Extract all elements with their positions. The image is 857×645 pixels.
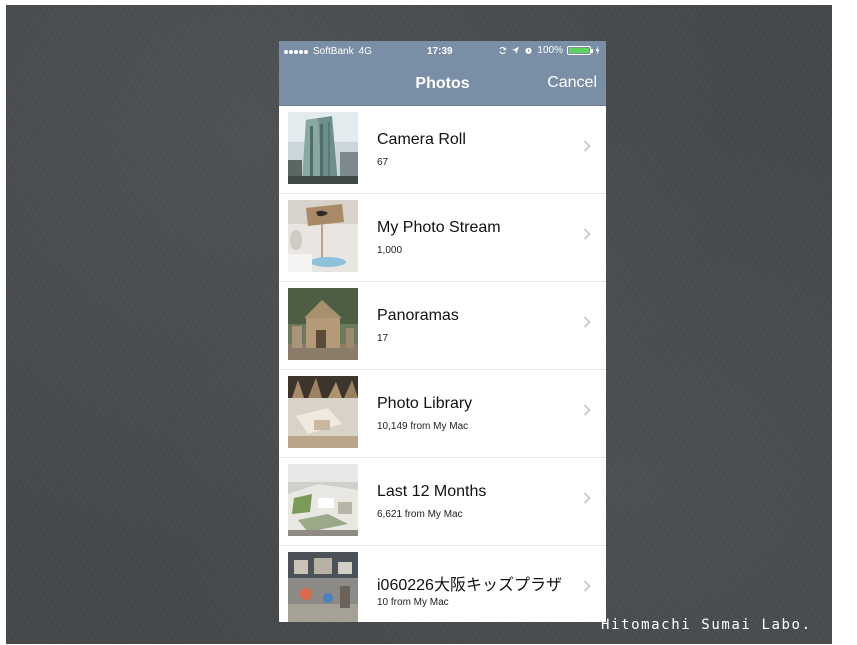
album-name: i060226大阪キッズプラザ [377,577,562,594]
alarm-clock-icon [525,47,532,54]
model-terrain-photo-thumbnail [288,464,358,536]
album-count: 10 from My Mac [377,597,449,608]
chevron-right-icon [583,140,591,152]
album-list: Camera Roll 67 My Photo Stream 1,000 Pan… [279,106,606,622]
status-bar: SoftBank 4G 17:39 100% [279,41,606,63]
album-count: 10,149 from My Mac [377,421,469,432]
network-type: 4G [358,46,372,57]
footer-caption: Hitomachi Sumai Labo. [601,617,812,633]
album-name: Photo Library [377,395,473,412]
status-time: 17:39 [427,46,453,57]
sync-icon [499,46,507,55]
battery-percent: 100% [537,45,563,56]
album-row-kids-plaza[interactable]: i060226大阪キッズプラザ 10 from My Mac [279,546,606,622]
phone-screen: SoftBank 4G 17:39 100% Photos Cancel Cam… [279,41,606,622]
album-row-panoramas[interactable]: Panoramas 17 [279,282,606,370]
album-name: Panoramas [377,307,459,324]
album-row-my-photo-stream[interactable]: My Photo Stream 1,000 [279,194,606,282]
album-name: Last 12 Months [377,483,487,500]
cardboard-sign-photo-thumbnail [288,200,358,272]
chevron-right-icon [583,316,591,328]
chevron-right-icon [583,492,591,504]
battery-fill [569,48,589,53]
chalkboard-slide: SoftBank 4G 17:39 100% Photos Cancel Cam… [6,5,832,644]
album-count: 17 [377,333,389,344]
chevron-right-icon [583,404,591,416]
charging-bolt-icon [595,46,600,55]
battery-icon [567,46,593,55]
status-carrier-group: SoftBank 4G [284,46,372,57]
signal-strength-icon [284,49,308,54]
album-row-photo-library[interactable]: Photo Library 10,149 from My Mac [279,370,606,458]
carrier-name: SoftBank [313,46,354,57]
status-indicators: 100% [498,45,600,56]
album-name: Camera Roll [377,131,466,148]
album-row-last-12-months[interactable]: Last 12 Months 6,621 from My Mac [279,458,606,546]
navigation-bar: Photos Cancel [279,63,606,106]
cancel-button[interactable]: Cancel [547,74,597,92]
chevron-right-icon [583,580,591,592]
album-count: 67 [377,157,389,168]
album-count: 6,621 from My Mac [377,509,463,520]
album-row-camera-roll[interactable]: Camera Roll 67 [279,106,606,194]
building-photo-thumbnail [288,112,358,184]
cardboard-house-photo-thumbnail [288,288,358,360]
location-arrow-icon [512,46,520,55]
cardboard-room-photo-thumbnail [288,376,358,448]
album-count: 1,000 [377,245,403,256]
album-name: My Photo Stream [377,219,501,236]
kids-plaza-photo-thumbnail [288,552,358,622]
chevron-right-icon [583,228,591,240]
